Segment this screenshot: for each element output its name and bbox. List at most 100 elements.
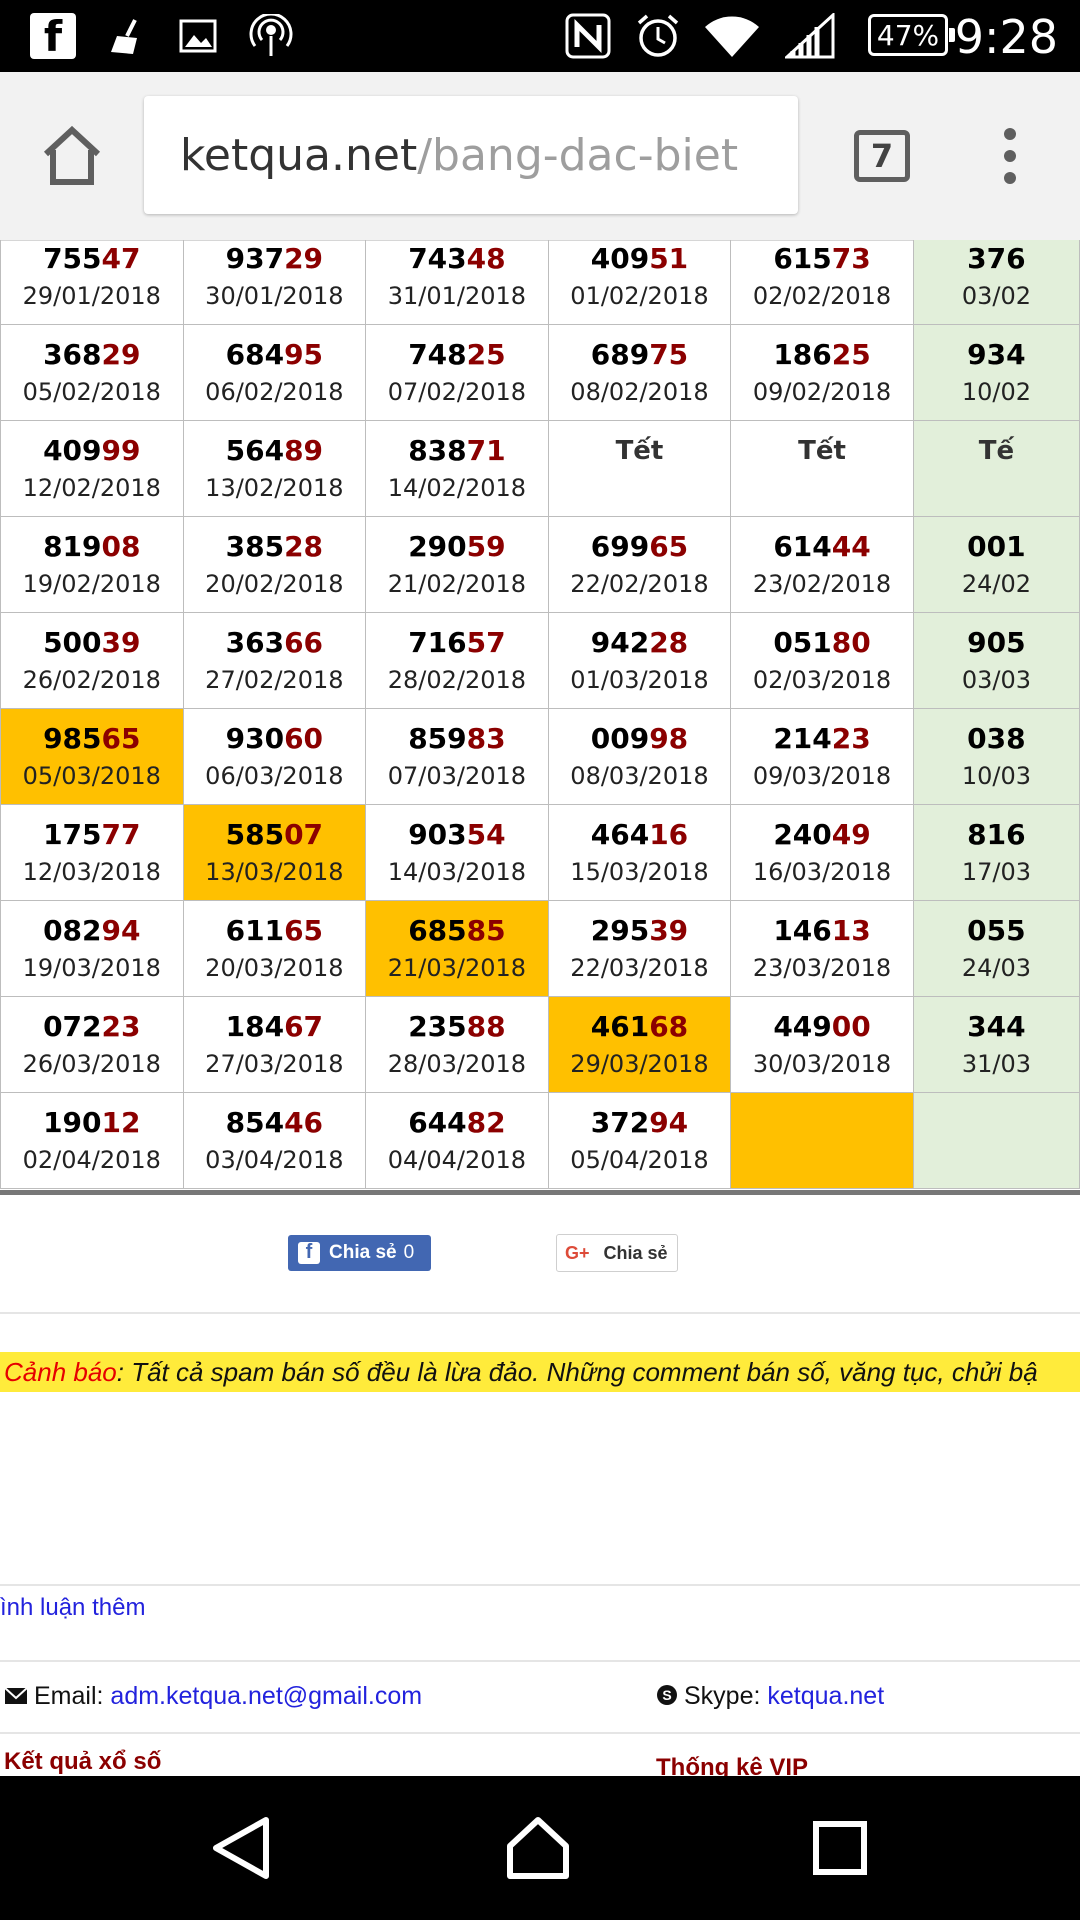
- prize-number-prefix: 699: [590, 529, 650, 563]
- result-cell: 61165 20/03/2018: [182, 900, 367, 997]
- prize-number-tail: 12: [101, 1105, 141, 1139]
- table-row: 50039 26/02/2018 36366 27/02/2018 71657 28/02…: [0, 612, 1080, 709]
- contact-row: Email: adm.ketqua.net@gmail.com S Skype: …: [0, 1662, 1080, 1734]
- prize-number: 21423: [731, 720, 913, 758]
- prize-number-prefix: 295: [590, 913, 650, 947]
- prize-number-tail: 23: [101, 1009, 141, 1043]
- result-cell: [730, 1092, 914, 1189]
- prize-number-tail: 59: [466, 529, 506, 563]
- result-cell: 001 24/02: [912, 516, 1080, 613]
- prize-number-tail: 65: [649, 529, 689, 563]
- prize-number-prefix: 755: [43, 241, 102, 275]
- result-cell: 05180 02/03/2018: [730, 612, 914, 709]
- address-bar[interactable]: ketqua.net/bang-dac-biet: [144, 96, 798, 214]
- prize-number-tail: 29: [284, 241, 324, 275]
- result-cell: 85983 07/03/2018: [365, 708, 549, 805]
- prize-number-tail: 88: [466, 1009, 506, 1043]
- result-cell: 94228 01/03/2018: [547, 612, 732, 709]
- signal-icon: [784, 12, 836, 60]
- special-prize-table: 75547 29/01/2018 93729 30/01/2018 74348 31/01…: [0, 240, 1080, 1189]
- prize-number: 56489: [184, 432, 366, 470]
- result-cell: 56489 13/02/2018: [182, 420, 367, 517]
- prize-number-tail: 89: [284, 433, 324, 467]
- prize-number-tail: 71: [466, 433, 506, 467]
- more-menu-icon[interactable]: [998, 128, 1022, 188]
- prize-number: 94228: [549, 624, 731, 662]
- table-row: 19012 02/04/2018 85446 03/04/2018 64482 04/04…: [0, 1092, 1080, 1189]
- prize-number: 038: [914, 720, 1079, 758]
- result-cell: 46168 29/03/2018: [547, 996, 732, 1093]
- prize-number-tail: 67: [284, 1009, 324, 1043]
- prize-number-tail: 73: [831, 241, 871, 275]
- result-cell: 29539 22/03/2018: [547, 900, 732, 997]
- prize-number: 46168: [549, 1008, 731, 1046]
- prize-number-prefix: 614: [773, 529, 832, 563]
- draw-date: 31/03: [961, 1049, 1031, 1078]
- recents-icon[interactable]: [804, 1812, 876, 1884]
- result-cell: 38528 20/02/2018: [182, 516, 367, 613]
- prize-number-tail: 54: [466, 817, 506, 851]
- result-cell: 36829 05/02/2018: [0, 324, 184, 421]
- result-cell: 00998 08/03/2018: [547, 708, 732, 805]
- prize-number: 23588: [366, 1008, 548, 1046]
- home-icon[interactable]: [40, 124, 104, 188]
- nfc-icon: [564, 12, 612, 60]
- prize-number-tail: 80: [831, 625, 871, 659]
- result-cell: 14613 23/03/2018: [730, 900, 914, 997]
- facebook-icon: f: [298, 1242, 320, 1264]
- prize-number: 90354: [366, 816, 548, 854]
- result-cell: Tế: [912, 420, 1080, 517]
- alarm-icon: [634, 12, 682, 60]
- prize-number-tail: 75: [649, 337, 689, 371]
- draw-date: 01/02/2018: [570, 281, 709, 310]
- prize-number: 61165: [184, 912, 366, 950]
- clock: 9:28: [954, 10, 1058, 64]
- prize-number-prefix: 082: [43, 913, 102, 947]
- share-row: f Chia sẻ 0 G+ Chia sẻ: [0, 1196, 1080, 1314]
- tab-switcher-button[interactable]: 7: [854, 130, 910, 182]
- prize-number-prefix: 644: [408, 1105, 467, 1139]
- prize-number-prefix: 585: [225, 817, 285, 851]
- table-row: 36829 05/02/2018 68495 06/02/2018 74825 07/02…: [0, 324, 1080, 421]
- prize-number: 38528: [184, 528, 366, 566]
- more-comments-link[interactable]: ình luận thêm: [0, 1594, 145, 1622]
- result-cell: 83871 14/02/2018: [365, 420, 549, 517]
- prize-number-prefix: 184: [225, 1009, 285, 1043]
- result-cell: 68495 06/02/2018: [182, 324, 367, 421]
- prize-number-prefix: 409: [43, 433, 102, 467]
- email-link[interactable]: adm.ketqua.net@gmail.com: [110, 1682, 422, 1710]
- image-icon: [176, 12, 220, 60]
- prize-number-tail: 68: [649, 1009, 689, 1043]
- result-cell: 376 03/02: [912, 240, 1080, 325]
- draw-date: 10/02: [961, 377, 1031, 406]
- prize-number-prefix: 385: [225, 529, 285, 563]
- prize-number: 07223: [1, 1008, 183, 1046]
- result-cell: 58507 13/03/2018: [182, 804, 367, 901]
- lottery-results-link[interactable]: Kết quả xổ số: [4, 1748, 161, 1776]
- prize-number: 36366: [184, 624, 366, 662]
- draw-date: 15/03/2018: [570, 857, 709, 886]
- prize-number-tail: 47: [101, 241, 141, 275]
- prize-number-prefix: 930: [225, 721, 285, 755]
- prize-number-prefix: 716: [408, 625, 467, 659]
- home-nav-icon[interactable]: [502, 1812, 574, 1884]
- skype-link[interactable]: ketqua.net: [767, 1682, 884, 1710]
- draw-date: 21/03/2018: [387, 953, 527, 982]
- prize-number: 61444: [731, 528, 913, 566]
- result-cell: 055 24/03: [912, 900, 1080, 997]
- back-icon[interactable]: [206, 1812, 278, 1884]
- result-cell: 69965 22/02/2018: [547, 516, 732, 613]
- facebook-share-button[interactable]: f Chia sẻ 0: [288, 1235, 431, 1271]
- draw-date: 24/02: [961, 569, 1031, 598]
- prize-number: 46416: [549, 816, 731, 854]
- prize-number-prefix: 190: [43, 1105, 102, 1139]
- google-plus-share-button[interactable]: G+ Chia sẻ: [556, 1234, 678, 1272]
- prize-number-prefix: 854: [225, 1105, 285, 1139]
- prize-number: 71657: [366, 624, 548, 662]
- prize-number: 40951: [549, 240, 731, 278]
- prize-number: 18467: [184, 1008, 366, 1046]
- prize-number-tail: 65: [284, 913, 324, 947]
- prize-number-prefix: 611: [225, 913, 285, 947]
- prize-number: 37294: [549, 1104, 731, 1142]
- prize-number-tail: 98: [649, 721, 689, 755]
